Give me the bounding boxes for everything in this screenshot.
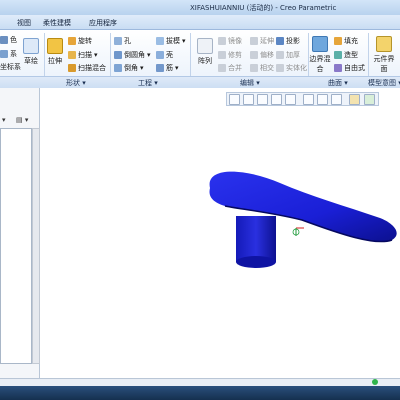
freestyle-button[interactable]: 自由式 xyxy=(334,62,365,73)
extend-icon xyxy=(250,36,258,45)
status-bar xyxy=(0,378,400,386)
zoom-in-icon[interactable] xyxy=(243,94,254,105)
group-surface[interactable]: 曲面 ▾ xyxy=(328,78,348,88)
model-tree-panel: ▾ ▤ ▾ xyxy=(0,88,40,378)
merge-icon xyxy=(218,63,226,72)
datum-display-icon[interactable] xyxy=(331,94,342,105)
spin-center-icon[interactable] xyxy=(364,94,375,105)
round-button[interactable]: 倒圆角 ▾ xyxy=(114,49,151,60)
csys-triad-icon xyxy=(292,227,304,236)
ribbon-group-bar: 形状 ▾ 工程 ▾ 编辑 ▾ 曲面 ▾ 模型意图 ▾ xyxy=(0,76,400,88)
style-button[interactable]: 造型 xyxy=(334,49,358,60)
chevron-down-icon: ▾ xyxy=(175,63,179,72)
trim-icon xyxy=(218,50,226,59)
offset-button[interactable]: 偏移 xyxy=(250,49,274,60)
freestyle-icon xyxy=(334,63,342,72)
window-title: XIFASHUIANNIU (活动的) - Creo Parametric xyxy=(190,4,337,12)
extend-button[interactable]: 延伸 xyxy=(250,35,274,46)
ribbon-left-item-2[interactable]: 系 xyxy=(0,48,17,59)
fill-icon xyxy=(334,36,342,45)
rib-icon xyxy=(156,63,164,72)
status-light-icon xyxy=(372,379,378,385)
annotation-display-icon[interactable] xyxy=(349,94,360,105)
display-style-icon[interactable] xyxy=(285,94,296,105)
revolve-button[interactable]: 旋转 xyxy=(68,35,92,46)
csys-icon xyxy=(0,49,8,58)
sweep-icon xyxy=(68,50,76,59)
fill-button[interactable]: 填充 xyxy=(334,35,358,46)
intersect-icon xyxy=(250,63,258,72)
intersect-button[interactable]: 相交 xyxy=(250,62,274,73)
rib-button[interactable]: 筋 ▾ xyxy=(156,62,179,73)
shell-icon xyxy=(156,50,164,59)
graphics-toolbar xyxy=(226,92,379,106)
thicken-button[interactable]: 加厚 xyxy=(276,49,300,60)
hole-button[interactable]: 孔 xyxy=(114,35,131,46)
draft-button[interactable]: 拔模 ▾ xyxy=(156,35,186,46)
datum-icon xyxy=(0,35,8,44)
tab-applications[interactable]: 应用程序 xyxy=(84,17,122,29)
chamfer-button[interactable]: 倒角 ▾ xyxy=(114,62,144,73)
trim-button[interactable]: 修剪 xyxy=(218,49,242,60)
ribbon-tab-bar: 视图 柔性建模 应用程序 xyxy=(0,15,400,30)
water-button-model xyxy=(209,171,397,268)
project-button[interactable]: 投影 xyxy=(276,35,300,46)
mirror-button[interactable]: 镜像 xyxy=(218,35,242,46)
view-manager-icon[interactable] xyxy=(317,94,328,105)
chevron-down-icon: ▾ xyxy=(140,63,144,72)
draft-icon xyxy=(156,36,164,45)
repaint-icon[interactable] xyxy=(271,94,282,105)
tree-filter-icon[interactable]: ▾ xyxy=(2,116,6,126)
ribbon-separator xyxy=(190,33,191,78)
tab-flexible-modeling[interactable]: 柔性建模 xyxy=(38,17,76,29)
chevron-down-icon: ▾ xyxy=(147,50,151,59)
swept-blend-button[interactable]: 扫描混合 xyxy=(68,62,106,73)
component-interface-icon xyxy=(376,36,392,52)
tree-settings-icon[interactable]: ▤ ▾ xyxy=(16,116,28,126)
sketch-button[interactable]: 草绘 xyxy=(18,38,44,66)
extrude-button[interactable]: 拉伸 xyxy=(42,38,68,66)
group-model-intent[interactable]: 模型意图 ▾ xyxy=(368,78,400,88)
ribbon-left-item-1[interactable]: 色 xyxy=(0,34,17,45)
thicken-icon xyxy=(276,50,284,59)
model-tree[interactable] xyxy=(0,128,32,364)
sketch-icon xyxy=(23,38,39,54)
group-shape[interactable]: 形状 ▾ xyxy=(66,78,86,88)
ribbon-separator xyxy=(110,33,111,78)
style-icon xyxy=(334,50,342,59)
revolve-icon xyxy=(68,36,76,45)
tab-view[interactable]: 视图 xyxy=(12,17,36,29)
graphics-area[interactable] xyxy=(40,88,400,378)
chamfer-icon xyxy=(114,63,122,72)
zoom-out-icon[interactable] xyxy=(257,94,268,105)
model-view xyxy=(209,171,397,268)
windows-taskbar xyxy=(0,386,400,400)
vertical-scrollbar[interactable] xyxy=(32,128,40,364)
boundary-blend-icon xyxy=(312,36,328,52)
mirror-icon xyxy=(218,36,226,45)
shell-button[interactable]: 壳 xyxy=(156,49,173,60)
round-icon xyxy=(114,50,122,59)
group-engineering[interactable]: 工程 ▾ xyxy=(138,78,158,88)
hole-icon xyxy=(114,36,122,45)
refit-icon[interactable] xyxy=(229,94,240,105)
chevron-down-icon: ▾ xyxy=(182,36,186,45)
solidify-button[interactable]: 实体化 xyxy=(276,62,307,73)
ribbon-separator xyxy=(368,33,369,78)
offset-icon xyxy=(250,50,258,59)
boundary-blend-button[interactable]: 边界混合 xyxy=(309,36,331,74)
title-bar: XIFASHUIANNIU (活动的) - Creo Parametric xyxy=(0,0,400,15)
pattern-button[interactable]: 阵列 xyxy=(192,38,218,66)
extrude-icon xyxy=(47,38,63,54)
swept-blend-icon xyxy=(68,63,76,72)
sweep-button[interactable]: 扫描 ▾ xyxy=(68,49,98,60)
saved-orientations-icon[interactable] xyxy=(303,94,314,105)
chevron-down-icon: ▾ xyxy=(94,50,98,59)
solidify-icon xyxy=(276,63,284,72)
project-icon xyxy=(276,36,284,45)
merge-button[interactable]: 合并 xyxy=(218,62,242,73)
group-editing[interactable]: 编辑 ▾ xyxy=(240,78,260,88)
pattern-icon xyxy=(197,38,213,54)
component-interface-button[interactable]: 元件界面 xyxy=(372,36,396,74)
